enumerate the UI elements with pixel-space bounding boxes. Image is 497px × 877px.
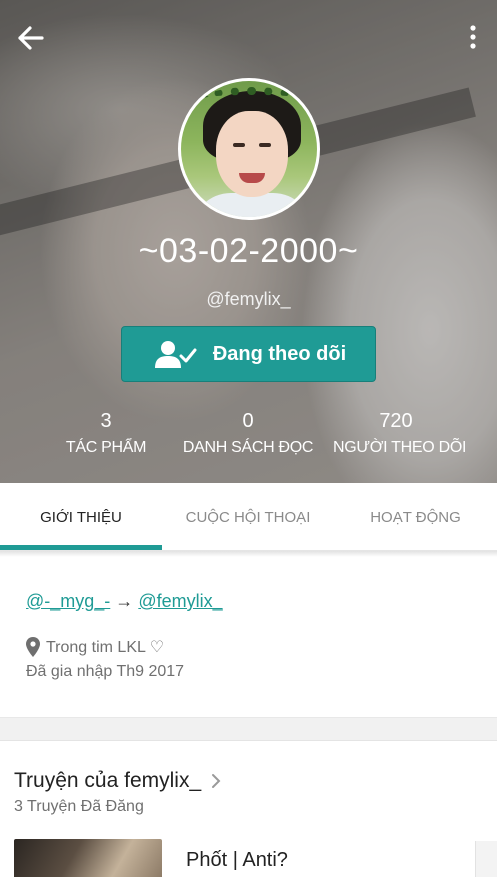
profile-display-name: ~03-02-2000~ (138, 232, 359, 270)
story-title[interactable]: Phốt | Anti? (186, 849, 288, 872)
location-row: Trong tim LKL ♡ (26, 637, 164, 657)
back-button[interactable] (14, 22, 48, 54)
following-button-label: Đang theo dõi (212, 342, 347, 365)
tab-conversations[interactable]: CUỘC HỘI THOẠI (162, 483, 334, 551)
active-tab-indicator (0, 545, 162, 550)
following-button[interactable]: Đang theo dõi (121, 326, 376, 382)
stories-count: 3 Truyện Đã Đăng (14, 798, 144, 815)
profile-stats: 3 TÁC PHẨM 0 DANH SÁCH ĐỌC 720 NGƯỜI THE… (0, 410, 497, 466)
stat-label: NGƯỜI THEO DÕI (333, 439, 467, 456)
stat-label: TÁC PHẨM (65, 439, 147, 456)
tab-about[interactable]: GIỚI THIỆU (0, 483, 162, 551)
top-app-bar (0, 0, 497, 76)
back-arrow-icon (18, 26, 44, 50)
bio-arrow: → (110, 591, 139, 611)
story-cover-image[interactable] (14, 839, 162, 877)
location-pin-icon (26, 637, 40, 657)
tab-activity[interactable]: HOẠT ĐỘNG (334, 483, 497, 551)
profile-avatar[interactable] (178, 78, 320, 220)
story-card-edge (475, 841, 497, 877)
bio-mention-link[interactable]: @-_myg_- (26, 591, 110, 611)
stat-works[interactable]: 3 TÁC PHẨM (60, 410, 152, 457)
about-section: @-_myg_- → @femylix_ Trong tim LKL ♡ Đã … (0, 557, 497, 717)
following-user-check-icon (154, 341, 197, 368)
more-vertical-icon (470, 25, 476, 49)
bio-mention-link[interactable]: @femylix_ (138, 591, 222, 611)
section-divider (0, 717, 497, 741)
bio-text: @-_myg_- → @femylix_ (26, 591, 223, 612)
more-options-button[interactable] (463, 22, 483, 54)
stat-value: 0 (242, 410, 254, 432)
profile-tabs: GIỚI THIỆU CUỘC HỘI THOẠI HOẠT ĐỘNG (0, 483, 497, 551)
stat-followers[interactable]: 720 NGƯỜI THEO DÕI (333, 410, 467, 457)
stat-reading-lists[interactable]: 0 DANH SÁCH ĐỌC (177, 410, 319, 457)
joined-date: Đã gia nhập Th9 2017 (26, 663, 185, 680)
chevron-right-icon (212, 774, 221, 788)
stat-label: DANH SÁCH ĐỌC (182, 439, 314, 456)
location-text: Trong tim LKL ♡ (46, 639, 165, 656)
stat-value: 720 (379, 410, 413, 432)
profile-username: @femylix_ (206, 289, 291, 309)
stories-title: Truyện của femylix_ (14, 769, 202, 792)
stories-header-link[interactable]: Truyện của femylix_ (14, 769, 221, 793)
stat-value: 3 (100, 410, 112, 432)
stories-section: Truyện của femylix_ 3 Truyện Đã Đăng Phố… (0, 741, 497, 877)
